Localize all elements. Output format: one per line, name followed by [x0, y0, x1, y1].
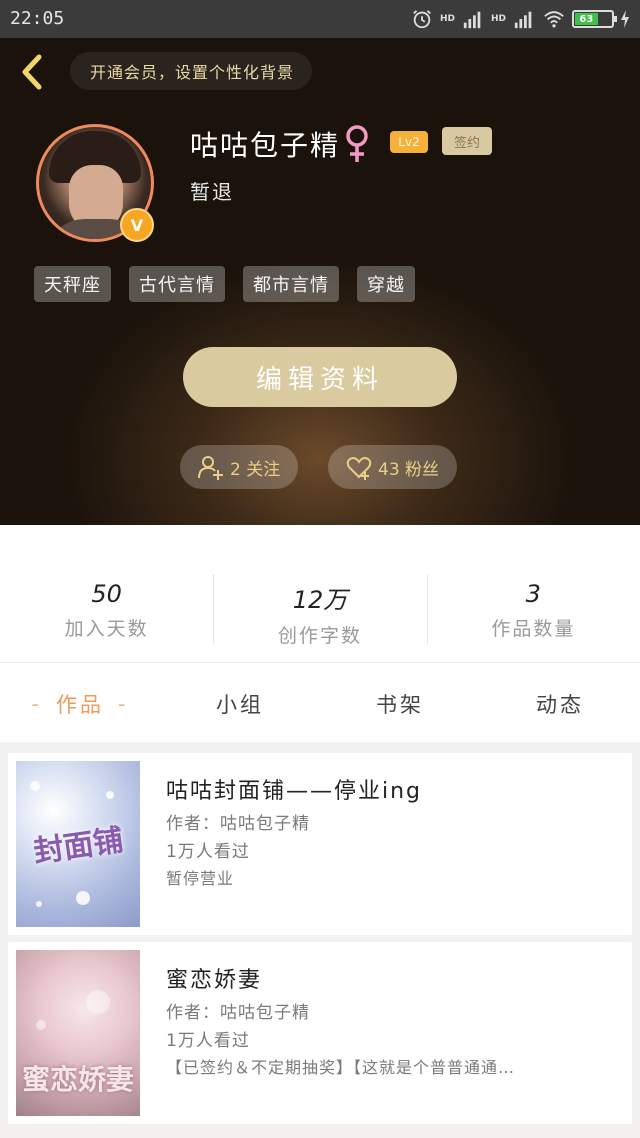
level-badge: Lv2: [390, 131, 428, 153]
cover-title: 蜜恋娇妻: [21, 1063, 134, 1096]
works-list: 封面铺 咕咕封面铺——停业ing 作者：咕咕包子精 1万人看过 暂停营业 蜜恋娇…: [0, 742, 640, 1138]
tab-shelf[interactable]: 书架: [320, 672, 480, 736]
stats-row: 50 加入天数 12万 创作字数 3 作品数量: [0, 560, 640, 650]
battery-level: 63: [575, 13, 598, 25]
stat-value: 50: [91, 580, 122, 608]
username-row: 咕咕包子精: [190, 124, 370, 164]
work-desc: 暂停营业: [166, 869, 235, 888]
tag[interactable]: 都市言情: [243, 266, 339, 302]
work-author: 作者：咕咕包子精: [166, 1003, 310, 1023]
list-item[interactable]: 蜜恋娇妻 蜜恋娇妻 作者：咕咕包子精 1万人看过 【已签约＆不定期抽奖】【这就是…: [8, 942, 632, 1124]
work-author: 作者：咕咕包子精: [166, 814, 310, 834]
vip-banner[interactable]: 开通会员，设置个性化背景: [70, 52, 313, 90]
following-count: 2 关注: [230, 459, 281, 480]
female-icon: [346, 125, 368, 162]
battery-icon: 63: [572, 10, 617, 28]
tag[interactable]: 天秤座: [34, 266, 111, 302]
edit-profile-button[interactable]: 编辑资料: [183, 347, 457, 407]
hd-label: HD: [490, 13, 506, 24]
alarm-icon: [413, 10, 431, 29]
fans-count: 43 粉丝: [378, 459, 440, 480]
heart-icon: [346, 457, 372, 480]
work-title: 咕咕封面铺——停业ing: [166, 779, 423, 804]
stat-value: 12万: [292, 586, 348, 614]
stat-word-count: 12万 创作字数: [213, 560, 426, 650]
list-item[interactable]: 封面铺 咕咕封面铺——停业ing 作者：咕咕包子精 1万人看过 暂停营业: [8, 753, 632, 935]
status-bar: 22:05 HD HD 63: [0, 0, 640, 38]
stat-join-days: 50 加入天数: [0, 560, 213, 650]
stat-value: 3: [525, 580, 541, 608]
hd-label: HD: [439, 13, 455, 24]
stat-works-count: 3 作品数量: [426, 560, 640, 650]
profile-header: 开通会员，设置个性化背景 V 咕咕包子精 Lv2 签约 暂退 天秤座 古代言情 …: [0, 38, 640, 525]
work-desc: 【已签约＆不定期抽奖】【这就是个普普通通…: [166, 1058, 516, 1077]
tab-group[interactable]: 小组: [160, 672, 320, 736]
fans-button[interactable]: 43 粉丝: [328, 445, 458, 489]
stat-label: 创作字数: [277, 625, 362, 647]
status-time: 22:05: [10, 8, 65, 29]
bio: 暂退: [190, 180, 234, 204]
profile-tabs: - 作品 - 小组 书架 动态: [0, 672, 640, 736]
add-user-icon: [198, 456, 223, 480]
book-cover: 封面铺: [16, 761, 140, 927]
stat-label: 加入天数: [64, 618, 149, 640]
work-views: 1万人看过: [166, 1031, 250, 1051]
status-icons: HD HD 63: [410, 7, 630, 31]
back-button[interactable]: [14, 52, 50, 92]
tab-label: 作品: [56, 693, 104, 717]
tag[interactable]: 古代言情: [129, 266, 225, 302]
cover-title: 封面铺: [31, 822, 126, 871]
tab-works[interactable]: - 作品 -: [0, 672, 160, 736]
wifi-icon: [544, 11, 564, 28]
tag-list: 天秤座 古代言情 都市言情 穿越: [34, 266, 415, 302]
stat-label: 作品数量: [491, 618, 576, 640]
charging-icon: [621, 10, 629, 28]
work-views: 1万人看过: [166, 842, 250, 862]
tab-activity[interactable]: 动态: [480, 672, 640, 736]
divider: [0, 662, 640, 663]
back-arrow-icon: [22, 54, 42, 90]
username: 咕咕包子精: [190, 129, 341, 162]
sign-badge: 签约: [442, 127, 492, 155]
following-button[interactable]: 2 关注: [180, 445, 299, 489]
signal-icon: [514, 11, 532, 29]
work-title: 蜜恋娇妻: [166, 968, 263, 993]
signal-icon: [463, 11, 481, 29]
vip-badge: V: [120, 208, 154, 242]
book-cover: 蜜恋娇妻: [16, 950, 140, 1116]
tag[interactable]: 穿越: [357, 266, 415, 302]
